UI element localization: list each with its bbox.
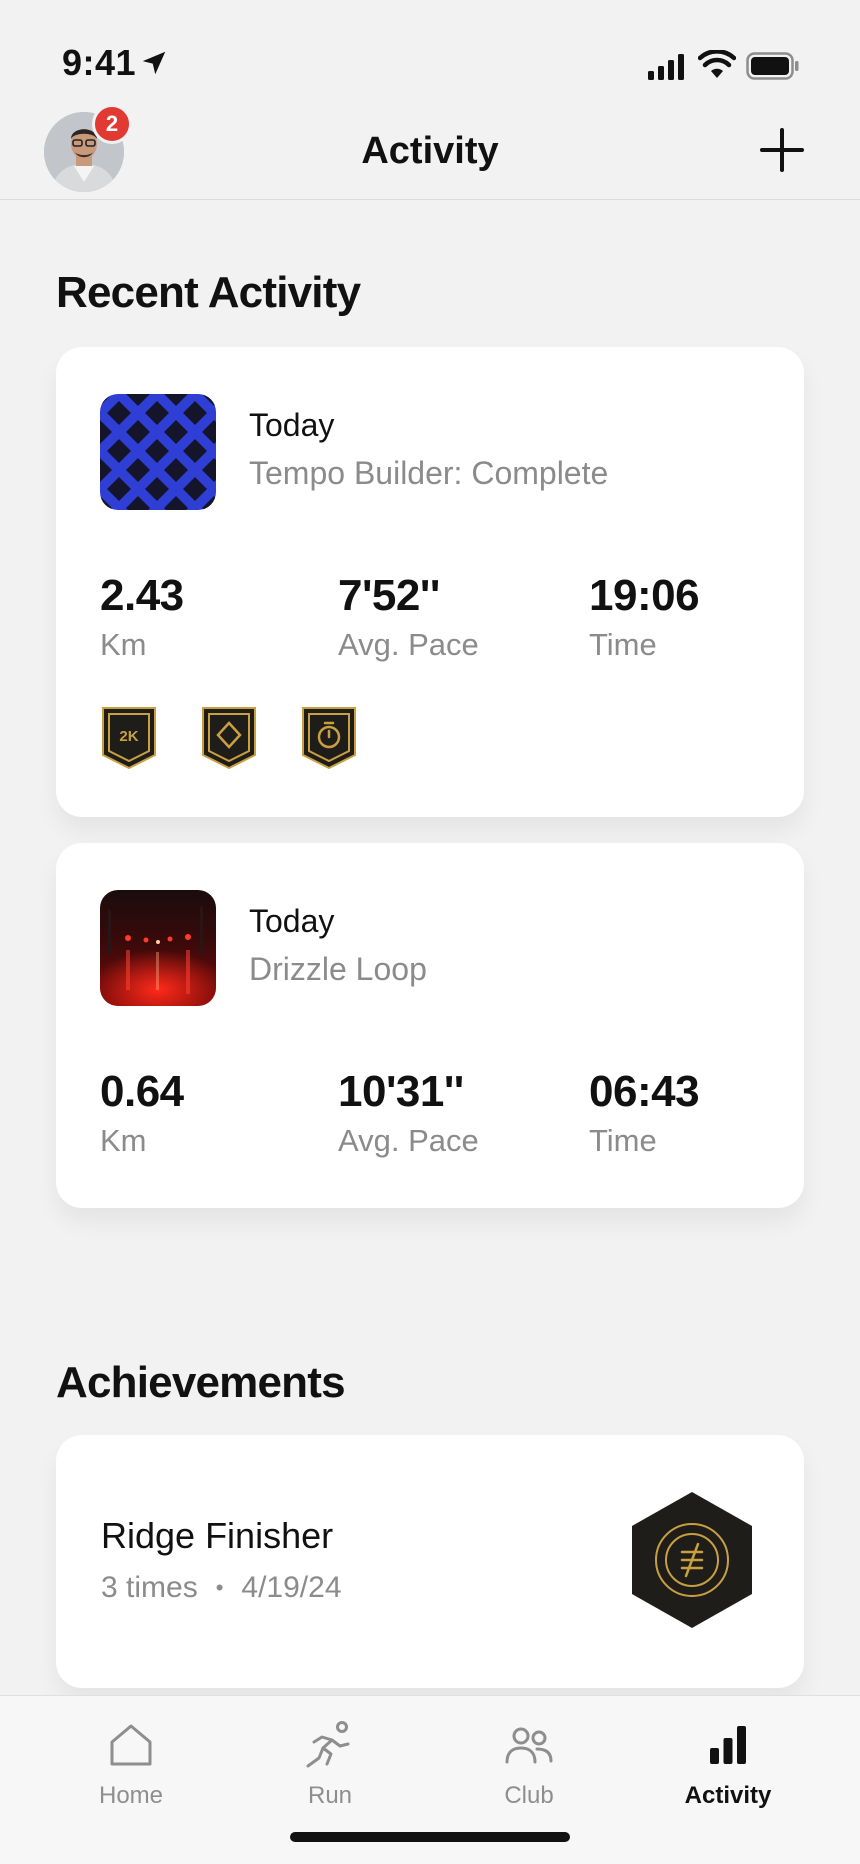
achievement-count: 3 times [101,1571,198,1604]
tab-activity[interactable]: Activity [658,1720,798,1820]
2k-badge-icon[interactable]: 2K [100,705,158,771]
nav-header: 2 Activity [0,100,860,200]
stat-time-value: 06:43 [589,1067,700,1116]
diamond-badge-icon[interactable] [200,705,258,771]
activity-day: Today [249,407,335,443]
tab-run[interactable]: Run [260,1720,400,1820]
stat-time-value: 19:06 [589,571,700,620]
activity-card[interactable]: Today Drizzle Loop 0.64 Km 10'31'' Avg. … [56,843,804,1208]
wifi-icon [698,50,736,78]
separator-dot: • [215,1575,224,1600]
plus-icon[interactable] [758,126,806,174]
hexagon-achievement-icon[interactable] [630,1490,754,1630]
activity-day: Today [249,903,335,939]
stat-distance-value: 2.43 [100,571,184,620]
status-time: 9:41 [62,42,137,83]
bar-chart-icon [710,1726,746,1764]
page-title: Activity [361,130,499,172]
stat-distance-value: 0.64 [100,1067,184,1116]
pattern-thumbnail-icon [100,394,216,510]
activity-thumbnail [100,394,216,510]
stat-distance-label: Km [100,627,147,662]
runner-icon [306,1721,350,1768]
2k-badge-text: 2K [119,728,138,745]
cellular-signal-icon [648,54,684,80]
achievement-name: Ridge Finisher [101,1515,334,1556]
activity-name: Tempo Builder: Complete [249,455,609,491]
people-icon [505,1727,553,1764]
tab-home-label: Home [98,1782,164,1809]
tab-club[interactable]: Club [459,1720,599,1820]
activity-name: Drizzle Loop [249,951,427,987]
achievement-meta: 3 times • 4/19/24 [101,1571,342,1605]
activity-thumbnail [100,890,216,1006]
home-icon [110,1724,152,1766]
tab-club-label: Club [504,1782,554,1809]
stopwatch-badge-icon[interactable] [300,705,358,771]
tab-run-label: Run [307,1782,353,1809]
achievement-date: 4/19/24 [241,1571,342,1604]
achievement-card[interactable]: Ridge Finisher 3 times • 4/19/24 [56,1435,804,1688]
home-indicator [290,1832,570,1842]
rainy-street-photo-icon [100,890,216,1006]
stat-time-label: Time [589,1123,657,1158]
tab-activity-label: Activity [684,1782,772,1809]
battery-icon [746,52,799,80]
activity-card[interactable]: Today Tempo Builder: Complete 2.43 Km 7'… [56,347,804,817]
stat-pace-value: 10'31'' [338,1067,464,1116]
stat-pace-label: Avg. Pace [338,627,479,662]
section-title-achievements: Achievements [56,1358,346,1407]
stat-pace-label: Avg. Pace [338,1123,479,1158]
location-arrow-icon [142,51,166,75]
stat-pace-value: 7'52'' [338,571,440,620]
section-title-recent-activity: Recent Activity [56,268,361,317]
stat-time-label: Time [589,627,657,662]
stat-distance-label: Km [100,1123,147,1158]
tab-home[interactable]: Home [61,1720,201,1820]
